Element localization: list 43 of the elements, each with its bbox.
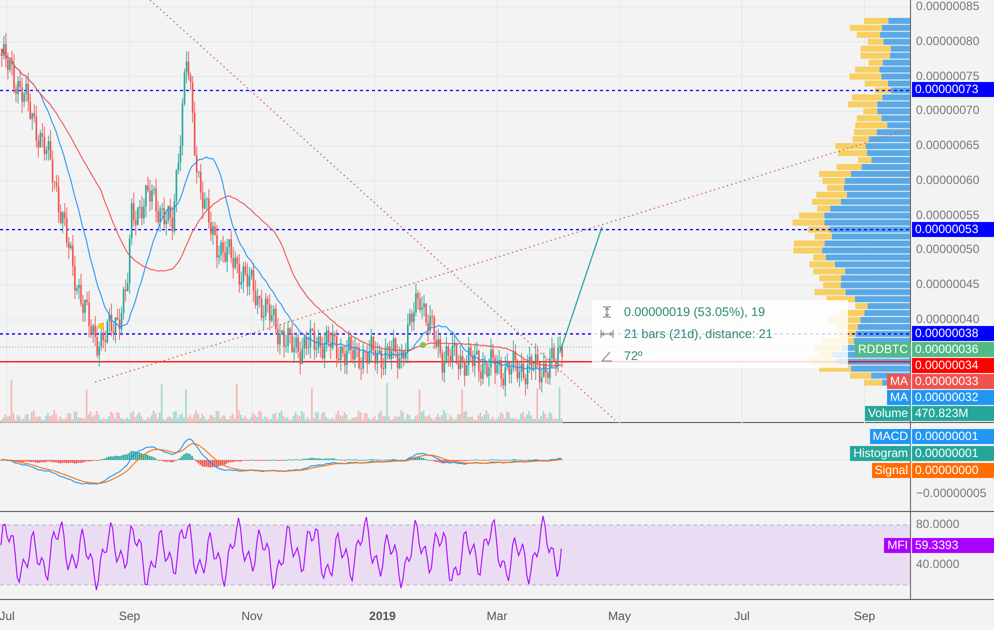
series-tag: Signal [872,463,911,478]
price-tag: 0.00000001 [912,446,994,461]
price-tag: 470.823M [912,406,994,421]
series-tag: Volume [864,406,911,421]
time-axis-label: Mar [486,609,508,623]
price-tag: 0.00000033 [912,374,994,389]
series-tag: RDDBTC [855,342,911,357]
time-axis-label: 2019 [368,609,397,623]
series-tag: MA [887,390,911,405]
price-tag: 59.3393 [912,538,994,553]
price-tag: 0.00000053 [912,222,994,237]
series-tag: MFI [884,538,911,553]
price-tag: 0.00000073 [912,82,994,98]
axis-label: 0.00000070 [916,103,980,118]
axis-label: 0.00000055 [916,208,980,222]
time-axis-label: Sep [852,609,876,623]
axis-label: 0.00000065 [916,138,980,152]
series-tag: MA [887,374,911,389]
time-axis-label: Nov [240,609,264,623]
price-tag: 0.00000032 [912,390,994,405]
measure-text: 72º [624,349,642,363]
measure-text: 0.00000019 (53.05%), 19 [624,305,766,319]
series-tag: MACD [870,429,911,444]
axis-label: 0.00000075 [916,68,980,83]
price-tag: 0.00000038 [912,326,994,341]
price-tag: 0.00000001 [912,429,994,444]
price-tag: 0.00000034 [912,358,994,373]
time-axis-label: May [608,609,632,623]
axis-label: 0.00000045 [916,277,980,292]
axis-label: 0.00000060 [916,172,980,187]
axis-label: 40.0000 [916,557,960,571]
price-tag: 0.00000000 [912,463,994,478]
axis-label: 0.00000040 [916,312,980,326]
axis-label: 80.0000 [916,517,960,531]
axis-label: 0.00000050 [916,242,980,256]
axis-label: 0.00000080 [916,34,980,48]
axis-label: 0.00000085 [916,0,980,13]
time-axis-label: Jul [733,609,751,623]
price-tag: 0.00000036 [912,342,994,357]
time-axis-label: Sep [118,609,142,623]
series-tag: Histogram [850,446,911,461]
measure-text: 21 bars (21d), distance: 21 [624,327,773,341]
axis-label: −0.00000005 [916,486,986,500]
